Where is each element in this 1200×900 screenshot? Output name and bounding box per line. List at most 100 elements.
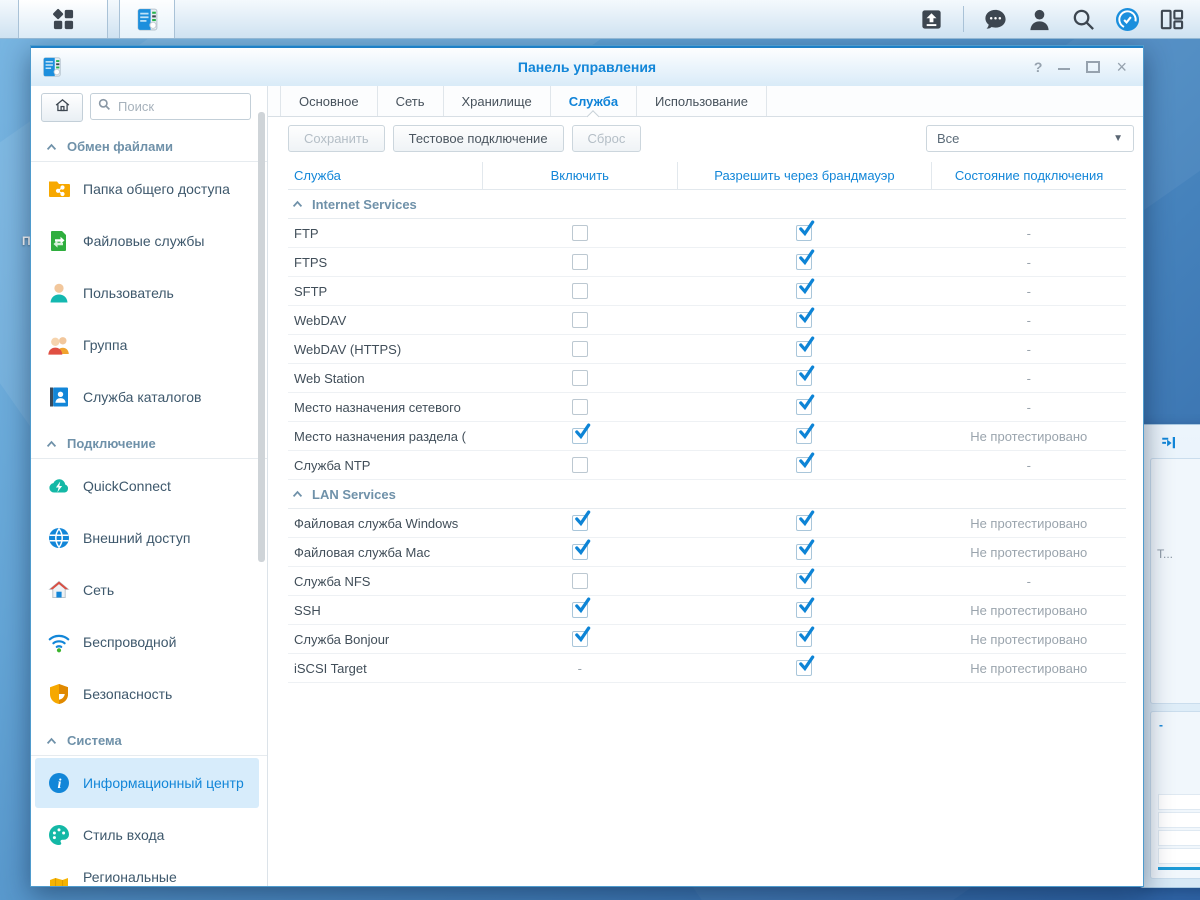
widget-progress-bar <box>1158 867 1200 870</box>
reset-button[interactable]: Сброс <box>571 125 642 152</box>
search-input[interactable] <box>116 98 243 115</box>
firewall-checkbox[interactable] <box>796 597 815 618</box>
table-row-место-назначения-раздела: Место назначения раздела (Не протестиров… <box>288 422 1126 451</box>
firewall-checkbox[interactable] <box>796 307 815 328</box>
enable-checkbox[interactable] <box>571 510 591 531</box>
service-group-lan-services[interactable]: LAN Services <box>288 480 1126 509</box>
enable-checkbox[interactable] <box>571 312 588 328</box>
sidebar-item-quickconnect[interactable]: QuickConnect <box>35 461 259 511</box>
column-header-service[interactable]: Служба <box>288 162 482 189</box>
enable-cell <box>483 597 678 618</box>
firewall-checkbox[interactable] <box>796 452 815 473</box>
firewall-checkbox[interactable] <box>796 510 815 531</box>
service-group-internet-services[interactable]: Internet Services <box>288 190 1126 219</box>
firewall-checkbox[interactable] <box>796 336 815 357</box>
enable-cell <box>483 399 678 415</box>
enable-checkbox[interactable] <box>571 539 591 560</box>
chat-icon[interactable] <box>983 7 1008 32</box>
collapse-panel-icon[interactable] <box>1160 434 1178 452</box>
firewall-checkbox[interactable] <box>796 626 815 647</box>
sidebar-section-header-система[interactable]: Система <box>31 721 267 756</box>
sidebar-item-беспроводной[interactable]: Беспроводной <box>35 617 259 667</box>
enable-checkbox[interactable] <box>571 225 588 241</box>
external-device-icon[interactable] <box>919 7 944 32</box>
control-panel-taskbar-button[interactable] <box>119 0 175 38</box>
control-panel-icon <box>41 56 63 78</box>
sidebar-item-сеть[interactable]: Сеть <box>35 565 259 615</box>
firewall-checkbox[interactable] <box>796 423 815 444</box>
sidebar-item-региональные-параметры[interactable]: Региональные параметры <box>35 862 259 886</box>
firewall-checkbox[interactable] <box>796 249 815 270</box>
sidebar-item-файловые-службы[interactable]: Файловые службы <box>35 216 259 266</box>
sidebar-search <box>90 93 251 120</box>
window-titlebar[interactable]: Панель управления ? × <box>31 46 1143 86</box>
sidebar-item-безопасность[interactable]: Безопасность <box>35 669 259 719</box>
table-row-web-station: Web Station - <box>288 364 1126 393</box>
service-name: FTP <box>294 225 319 241</box>
column-header-status[interactable]: Состояние подключения <box>931 162 1126 189</box>
main-menu-button[interactable] <box>18 0 108 38</box>
sidebar-item-папка-общего-доступа[interactable]: Папка общего доступа <box>35 164 259 214</box>
save-button[interactable]: Сохранить <box>288 125 385 152</box>
close-button[interactable]: × <box>1116 58 1127 76</box>
minimize-button[interactable] <box>1058 64 1071 70</box>
health-icon[interactable] <box>1115 7 1140 32</box>
enable-checkbox[interactable] <box>571 626 591 647</box>
sidebar-item-служба-каталогов[interactable]: Служба каталогов <box>35 372 259 422</box>
sidebar-item-стиль-входа[interactable]: Стиль входа <box>35 810 259 860</box>
sidebar-section-header-обмен-файлами[interactable]: Обмен файлами <box>31 127 267 162</box>
user-icon[interactable] <box>1027 7 1052 32</box>
enable-cell <box>483 510 678 531</box>
svg-text:i: i <box>58 777 62 792</box>
firewall-cell <box>677 539 931 560</box>
sidebar-item-пользователь[interactable]: Пользователь <box>35 268 259 318</box>
taskbar-separator <box>963 6 964 32</box>
firewall-cell <box>677 510 931 531</box>
control-panel-window: Панель управления ? × Поиск Обмен файлам… <box>30 45 1144 887</box>
tab-служба[interactable]: Служба <box>551 86 638 116</box>
sidebar-item-label: Пользователь <box>83 284 174 301</box>
service-group-label: LAN Services <box>312 486 396 502</box>
chevron-up-icon <box>292 200 303 208</box>
enable-checkbox[interactable] <box>571 283 588 299</box>
enable-checkbox[interactable] <box>571 254 588 270</box>
enable-cell <box>483 539 678 560</box>
service-name: Файловая служба Windows <box>294 515 459 531</box>
enable-checkbox[interactable] <box>571 370 588 386</box>
firewall-checkbox[interactable] <box>796 394 815 415</box>
sidebar-item-группа[interactable]: Группа <box>35 320 259 370</box>
tab-сеть[interactable]: Сеть <box>378 86 444 116</box>
firewall-checkbox[interactable] <box>796 278 815 299</box>
firewall-checkbox[interactable] <box>796 539 815 560</box>
enable-cell: - <box>483 661 678 676</box>
tab-хранилище[interactable]: Хранилище <box>444 86 551 116</box>
enable-checkbox[interactable] <box>571 423 591 444</box>
sidebar-section-header-подключение[interactable]: Подключение <box>31 424 267 459</box>
search-icon[interactable] <box>1071 7 1096 32</box>
sidebar-item-внешний-доступ[interactable]: Внешний доступ <box>35 513 259 563</box>
sidebar-scrollbar[interactable] <box>258 112 265 562</box>
firewall-checkbox[interactable] <box>796 655 815 676</box>
home-button[interactable] <box>41 93 83 122</box>
column-header-firewall[interactable]: Разрешить через брандмауэр <box>676 162 931 189</box>
firewall-checkbox[interactable] <box>796 220 815 241</box>
enable-checkbox[interactable] <box>571 597 591 618</box>
maximize-button[interactable] <box>1086 61 1101 73</box>
enable-checkbox[interactable] <box>571 573 588 589</box>
sidebar-item-label: Региональные параметры <box>83 869 177 885</box>
sidebar-item-label: Файловые службы <box>83 232 205 249</box>
filter-dropdown[interactable]: Все ▼ <box>926 125 1134 152</box>
widget-mini-row <box>1158 830 1200 846</box>
help-button[interactable]: ? <box>1034 60 1043 74</box>
enable-checkbox[interactable] <box>571 399 588 415</box>
tab-использование[interactable]: Использование <box>637 86 767 116</box>
firewall-checkbox[interactable] <box>796 365 815 386</box>
tab-основное[interactable]: Основное <box>280 86 378 116</box>
test-connection-button[interactable]: Тестовое подключение <box>392 125 564 152</box>
sidebar-item-информационный-центр[interactable]: i Информационный центр <box>35 758 259 808</box>
column-header-enable[interactable]: Включить <box>481 162 677 189</box>
enable-checkbox[interactable] <box>571 457 588 473</box>
firewall-checkbox[interactable] <box>796 568 815 589</box>
enable-checkbox[interactable] <box>571 341 588 357</box>
show-desktop-icon[interactable] <box>1159 7 1184 32</box>
